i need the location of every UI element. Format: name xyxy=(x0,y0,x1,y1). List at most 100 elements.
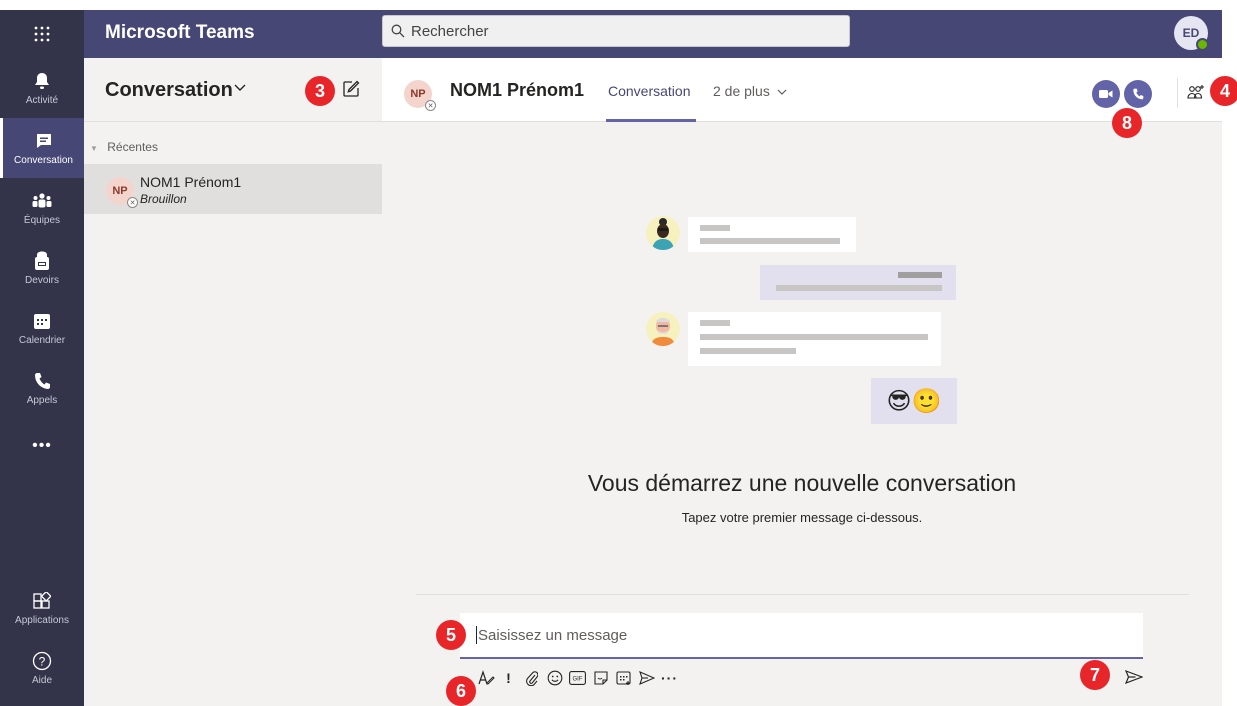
rail-item-conversation[interactable]: Conversation xyxy=(0,118,84,178)
rail-item-teams[interactable]: Équipes xyxy=(0,178,84,238)
contact-avatar[interactable]: NP ✕ xyxy=(404,80,436,111)
phone-icon xyxy=(1133,88,1144,100)
text-caret xyxy=(476,626,477,644)
annotation-marker-7: 7 xyxy=(1080,660,1110,690)
available-status-icon xyxy=(1196,38,1209,51)
illustration-line xyxy=(700,348,796,354)
active-tab-indicator xyxy=(606,119,696,122)
caret-down-icon: ▼ xyxy=(90,144,98,153)
rail-label: Devoirs xyxy=(25,275,59,286)
annotation-marker-6: 6 xyxy=(446,676,476,706)
annotation-marker-5: 5 xyxy=(436,620,466,650)
rail-item-more[interactable]: ••• xyxy=(0,416,84,476)
attach-button[interactable] xyxy=(520,667,543,689)
search-icon xyxy=(391,24,405,38)
important-button[interactable]: ! xyxy=(497,667,520,689)
send-button[interactable] xyxy=(1124,669,1144,689)
phone-icon xyxy=(34,370,50,392)
avatar-illustration-2 xyxy=(646,312,680,346)
message-input[interactable]: Saisissez un message xyxy=(460,613,1143,659)
send-outline-icon xyxy=(638,671,655,685)
format-button[interactable] xyxy=(474,667,497,689)
rail-label: Conversation xyxy=(14,155,73,166)
exclamation-icon: ! xyxy=(506,670,511,686)
more-icon: ••• xyxy=(32,437,52,454)
compose-divider xyxy=(416,594,1189,595)
annotation-marker-4: 4 xyxy=(1210,76,1237,106)
rail-item-calls[interactable]: Appels xyxy=(0,358,84,418)
chat-list-pane: Conversation ▼ Récentes NP ✕ NOM1 Prénom… xyxy=(84,58,382,706)
new-chat-button[interactable] xyxy=(342,80,360,103)
emoji-button[interactable] xyxy=(543,667,566,689)
tab-more-label: 2 de plus xyxy=(713,83,770,99)
send-icon xyxy=(1124,669,1144,685)
contact-avatar: NP ✕ xyxy=(106,177,138,208)
sticker-icon xyxy=(593,671,608,685)
chevron-down-icon[interactable] xyxy=(234,84,246,92)
illustration-line xyxy=(898,272,942,278)
format-icon xyxy=(477,670,495,685)
header-divider xyxy=(1177,78,1178,108)
user-avatar[interactable]: ED xyxy=(1174,16,1209,51)
illustration-line xyxy=(700,320,730,326)
rail-label: Activité xyxy=(25,95,59,106)
paperclip-icon xyxy=(525,671,538,686)
user-initials: ED xyxy=(1182,26,1200,40)
bell-icon xyxy=(34,70,50,92)
chevron-down-icon xyxy=(777,89,787,95)
recent-section[interactable]: ▼ Récentes xyxy=(90,140,158,154)
svg-text:?: ? xyxy=(39,655,46,669)
illustration-line xyxy=(776,285,942,291)
rail-label: Aide xyxy=(31,675,52,686)
title-bar: Microsoft Teams Rechercher ED xyxy=(0,10,1222,58)
smiley-icon xyxy=(547,670,562,686)
apps-icon xyxy=(33,590,51,612)
illustration-line xyxy=(700,225,730,231)
chat-header: NP ✕ NOM1 Prénom1 Conversation 2 de plus xyxy=(382,58,1222,122)
more-options-button[interactable]: ··· xyxy=(658,667,681,689)
calendar-icon xyxy=(33,310,51,332)
recent-section-label: Récentes xyxy=(107,140,158,154)
empty-state-title: Vous démarrez une nouvelle conversation xyxy=(587,470,1017,496)
tab-conversation[interactable]: Conversation xyxy=(608,83,691,99)
teams-icon xyxy=(32,190,52,212)
illustration-bubble xyxy=(760,265,956,300)
audio-call-button[interactable] xyxy=(1124,80,1152,108)
contact-initials: NP xyxy=(410,88,426,100)
gif-button[interactable]: GIF xyxy=(566,667,589,689)
rail-item-help[interactable]: ? Aide xyxy=(0,638,84,698)
sticker-button[interactable] xyxy=(589,667,612,689)
rail-item-apps[interactable]: Applications xyxy=(0,578,84,638)
rail-label: Appels xyxy=(26,395,58,406)
add-people-button[interactable] xyxy=(1187,84,1205,105)
tab-more[interactable]: 2 de plus xyxy=(713,83,787,99)
rail-label: Calendrier xyxy=(18,335,66,346)
assignments-icon xyxy=(34,250,50,272)
search-placeholder: Rechercher xyxy=(411,22,489,40)
chat-list-title[interactable]: Conversation xyxy=(105,79,233,102)
illustration-bubble xyxy=(688,312,941,366)
rail-item-activity[interactable]: Activité xyxy=(0,58,84,118)
empty-state-subtitle: Tapez votre premier message ci-dessous. xyxy=(681,510,923,525)
app-launcher-button[interactable] xyxy=(0,10,84,58)
video-call-button[interactable] xyxy=(1092,80,1120,108)
rail-label: Applications xyxy=(15,615,69,626)
rail-item-assignments[interactable]: Devoirs xyxy=(0,238,84,298)
search-input[interactable]: Rechercher xyxy=(382,15,850,47)
svg-text:GIF: GIF xyxy=(573,677,583,683)
annotation-marker-8: 8 xyxy=(1112,108,1142,138)
schedule-meeting-button[interactable] xyxy=(612,667,635,689)
illustration-line xyxy=(700,238,840,244)
chat-item-name: NOM1 Prénom1 xyxy=(140,174,242,190)
add-people-icon xyxy=(1187,85,1204,99)
chat-list-item[interactable]: NP ✕ NOM1 Prénom1 Brouillon xyxy=(84,164,382,214)
emoji-content: 😎🙂 xyxy=(886,387,942,415)
ellipsis-icon: ··· xyxy=(661,670,678,686)
illustration-bubble xyxy=(688,217,856,252)
rail-item-calendar[interactable]: Calendrier xyxy=(0,298,84,358)
app-rail: Activité Conversation Équipes Devoirs Ca… xyxy=(0,58,84,706)
praise-button[interactable] xyxy=(635,667,658,689)
top-bar: Microsoft Teams Rechercher ED xyxy=(0,0,1237,58)
avatar-illustration-1 xyxy=(646,216,680,250)
video-camera-icon xyxy=(1099,90,1113,98)
